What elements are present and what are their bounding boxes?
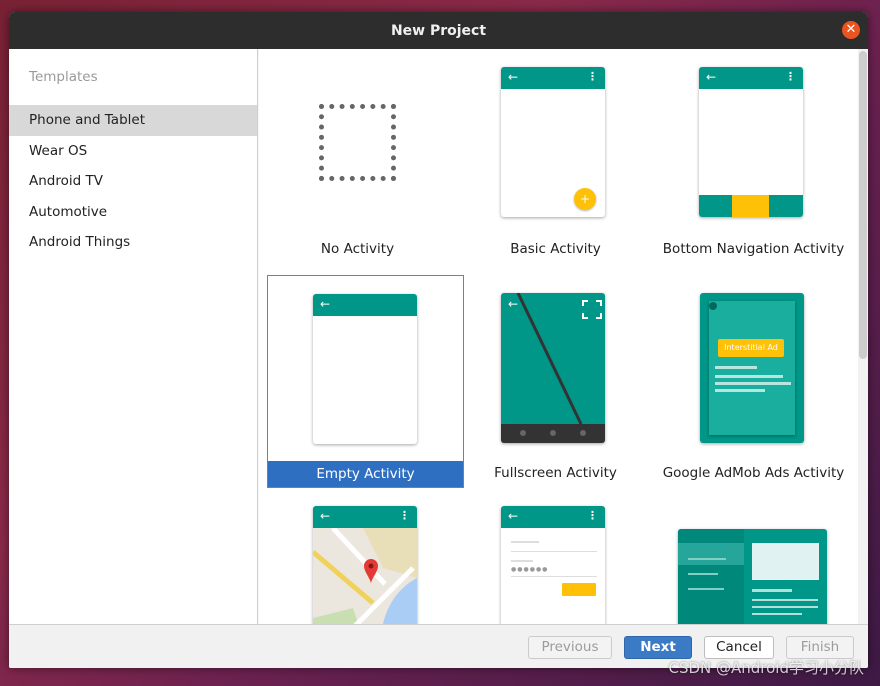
template-gallery: No Activity ← ⋮ + Basic Activity ← ⋮ Bot… bbox=[259, 49, 868, 624]
fullscreen-preview-graphic: ← bbox=[501, 293, 605, 443]
placeholder-line bbox=[688, 573, 718, 575]
app-bar: ← ⋮ bbox=[699, 67, 803, 89]
close-dot-icon bbox=[709, 302, 717, 310]
template-master-detail-flow[interactable] bbox=[655, 488, 852, 624]
back-arrow-icon: ← bbox=[320, 509, 331, 523]
template-login-activity[interactable]: ← ⋮ ●●●●●● bbox=[457, 488, 654, 624]
overflow-menu-icon: ⋮ bbox=[587, 70, 598, 83]
app-bar: ← bbox=[313, 294, 417, 316]
template-fullscreen-activity[interactable]: ← Fullscreen Activity bbox=[457, 275, 654, 488]
fab-plus-icon: + bbox=[574, 188, 596, 210]
app-bar: ← ⋮ bbox=[313, 506, 417, 528]
template-label: No Activity bbox=[320, 241, 395, 257]
template-no-activity[interactable]: No Activity bbox=[259, 49, 456, 262]
app-bar: ← ⋮ bbox=[501, 506, 605, 528]
bottom-navigation-bar bbox=[699, 195, 803, 217]
template-label: Fullscreen Activity bbox=[494, 465, 617, 481]
placeholder-line bbox=[715, 366, 757, 369]
close-icon[interactable]: ✕ bbox=[842, 21, 860, 39]
overflow-menu-icon: ⋮ bbox=[785, 70, 796, 83]
template-google-admob-ads-activity[interactable]: Interstitial Ad Google AdMob Ads Activit… bbox=[655, 275, 852, 488]
placeholder-line bbox=[715, 382, 791, 385]
overflow-menu-icon: ⋮ bbox=[399, 509, 410, 522]
password-dots: ●●●●●● bbox=[511, 566, 549, 573]
placeholder-line bbox=[511, 541, 539, 543]
phone-preview: Interstitial Ad bbox=[700, 293, 804, 443]
placeholder-line bbox=[752, 599, 818, 601]
scrollbar-thumb[interactable] bbox=[859, 51, 867, 359]
template-category-sidebar: Templates Phone and Tablet Wear OS Andro… bbox=[9, 49, 258, 624]
placeholder-line bbox=[715, 389, 765, 392]
placeholder-line bbox=[511, 551, 597, 552]
back-arrow-icon: ← bbox=[508, 70, 519, 84]
template-label: Basic Activity bbox=[510, 241, 601, 257]
sign-in-button-preview bbox=[562, 583, 596, 596]
back-arrow-icon: ← bbox=[508, 509, 519, 523]
template-label: Bottom Navigation Activity bbox=[662, 241, 845, 257]
placeholder-line bbox=[752, 606, 818, 608]
back-arrow-icon: ← bbox=[706, 70, 717, 84]
phone-preview: ← bbox=[501, 293, 605, 443]
detail-image-placeholder bbox=[752, 543, 819, 580]
previous-button[interactable]: Previous bbox=[528, 636, 612, 659]
placeholder-line bbox=[511, 576, 597, 577]
next-button[interactable]: Next bbox=[624, 636, 692, 659]
template-bottom-navigation-activity[interactable]: ← ⋮ Bottom Navigation Activity bbox=[655, 49, 852, 262]
sidebar-item-android-tv[interactable]: Android TV bbox=[9, 166, 257, 197]
watermark-text: CSDN @Android学习小分队 bbox=[668, 659, 864, 677]
master-list-pane bbox=[678, 529, 744, 624]
title-bar: New Project ✕ bbox=[9, 12, 868, 49]
placeholder-line bbox=[752, 613, 802, 615]
placeholder-line bbox=[752, 589, 792, 592]
template-google-maps-activity[interactable]: ← ⋮ bbox=[259, 488, 456, 624]
placeholder-line bbox=[511, 560, 533, 562]
bottom-nav-active-item bbox=[732, 195, 769, 217]
tablet-preview bbox=[678, 529, 827, 624]
interstitial-ad-badge: Interstitial Ad bbox=[718, 339, 784, 357]
interstitial-card: Interstitial Ad bbox=[709, 301, 795, 435]
cancel-button[interactable]: Cancel bbox=[704, 636, 774, 659]
phone-preview: ← ⋮ bbox=[313, 506, 417, 624]
template-label: Empty Activity bbox=[268, 461, 463, 487]
map-preview-graphic bbox=[313, 528, 417, 624]
sidebar-item-wear-os[interactable]: Wear OS bbox=[9, 136, 257, 167]
dialog-title: New Project bbox=[390, 22, 487, 39]
sidebar-item-automotive[interactable]: Automotive bbox=[9, 197, 257, 228]
template-label: Google AdMob Ads Activity bbox=[662, 465, 845, 481]
placeholder-line bbox=[688, 588, 724, 590]
selected-list-item bbox=[678, 543, 744, 565]
app-bar: ← ⋮ bbox=[501, 67, 605, 89]
placeholder-line bbox=[715, 375, 783, 378]
phone-preview: ← ⋮ ●●●●●● bbox=[501, 506, 605, 624]
template-basic-activity[interactable]: ← ⋮ + Basic Activity bbox=[457, 49, 654, 262]
sidebar-heading: Templates bbox=[29, 69, 98, 85]
finish-button[interactable]: Finish bbox=[786, 636, 854, 659]
sidebar-item-android-things[interactable]: Android Things bbox=[9, 227, 257, 258]
placeholder-line bbox=[688, 558, 726, 560]
sidebar-item-phone-and-tablet[interactable]: Phone and Tablet bbox=[9, 105, 257, 136]
phone-preview: ← ⋮ + bbox=[501, 67, 605, 217]
template-empty-activity[interactable]: ← Empty Activity bbox=[267, 275, 464, 488]
back-arrow-icon: ← bbox=[320, 297, 331, 311]
overflow-menu-icon: ⋮ bbox=[587, 509, 598, 522]
svg-text:←: ← bbox=[508, 297, 518, 311]
empty-placeholder-icon bbox=[319, 104, 396, 181]
phone-preview: ← bbox=[313, 294, 417, 444]
new-project-dialog: New Project ✕ Templates Phone and Tablet… bbox=[9, 12, 868, 668]
gallery-scrollbar[interactable] bbox=[858, 49, 868, 624]
phone-preview: ← ⋮ bbox=[699, 67, 803, 217]
